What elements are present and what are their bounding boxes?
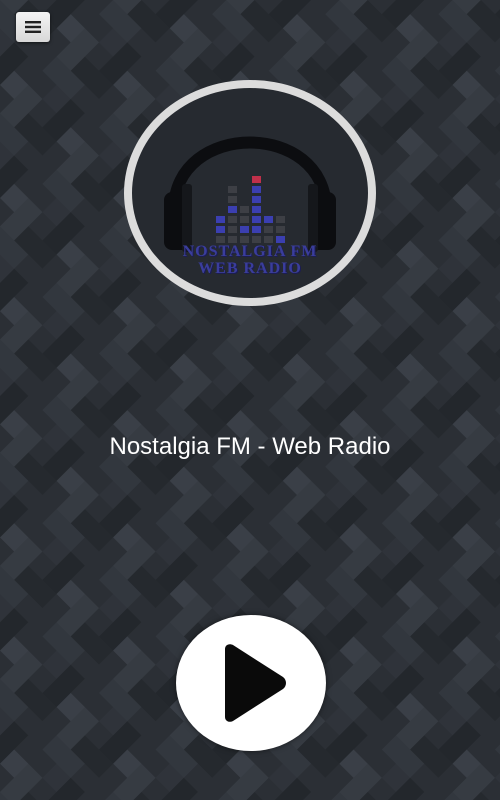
logo-text-line2: WEB RADIO <box>198 260 302 277</box>
station-title: Nostalgia FM - Web Radio <box>109 433 391 460</box>
play-button[interactable] <box>176 615 326 751</box>
station-logo: NOSTALGIA FM WEB RADIO <box>124 80 376 306</box>
menu-button[interactable] <box>16 12 50 42</box>
play-icon <box>225 644 286 722</box>
logo-text-line1: NOSTALGIA FM <box>182 243 318 260</box>
hamburger-menu-icon <box>25 21 41 33</box>
